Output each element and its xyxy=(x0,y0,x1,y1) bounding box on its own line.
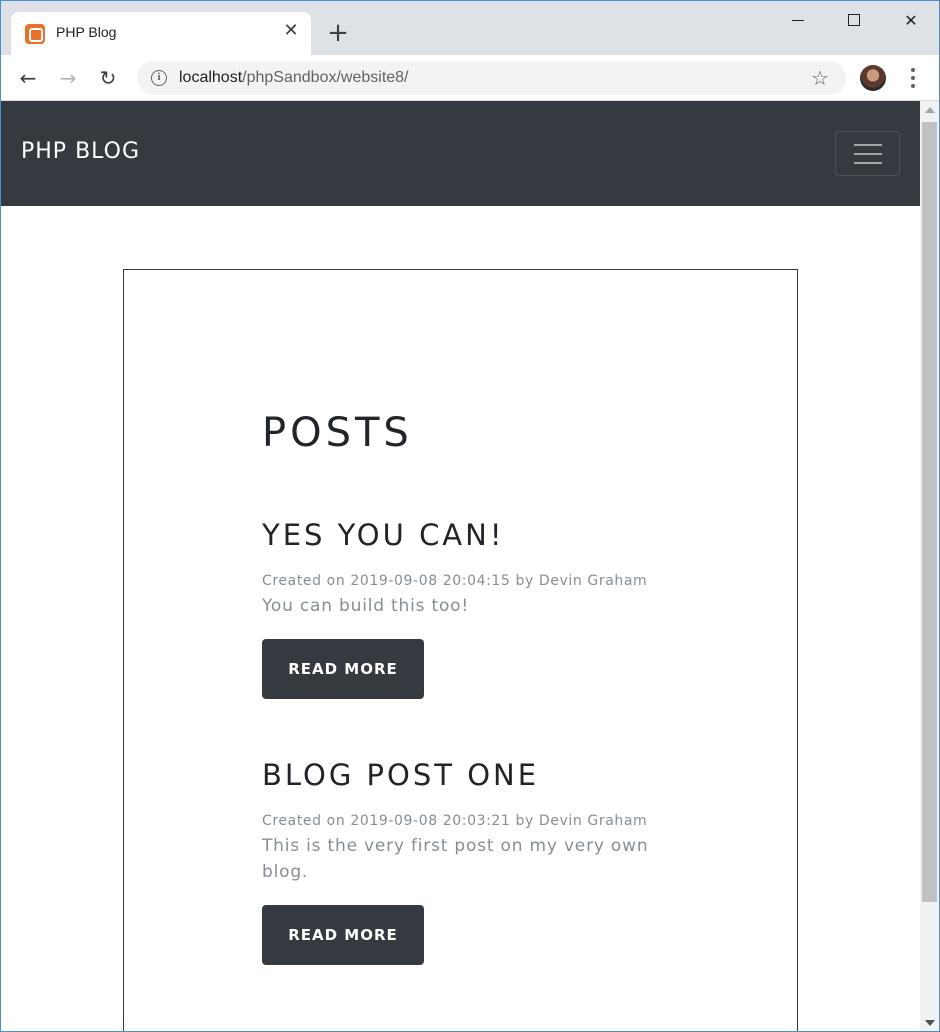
tab-close-icon[interactable]: ✕ xyxy=(281,21,301,41)
back-arrow-icon[interactable]: ← xyxy=(15,65,41,91)
minimize-icon xyxy=(792,20,804,21)
post-title: BLOG POST ONE xyxy=(262,758,540,792)
url-path: /phpSandbox/website8/ xyxy=(242,69,409,86)
browser-toolbar: ← → ↻ i localhost/phpSandbox/website8/ ☆ xyxy=(1,55,939,101)
xampp-favicon-icon xyxy=(25,24,45,44)
scrollbar-thumb[interactable] xyxy=(922,122,937,902)
maximize-icon xyxy=(848,14,860,26)
scroll-up-arrow-icon[interactable] xyxy=(925,107,935,113)
window-close-icon[interactable]: ✕ xyxy=(891,7,931,35)
maximize-button[interactable] xyxy=(834,7,874,35)
menu-dot xyxy=(911,76,915,80)
navbar-toggler-button[interactable] xyxy=(835,131,900,176)
site-info-icon[interactable]: i xyxy=(151,70,167,86)
url-text[interactable]: localhost/phpSandbox/website8/ xyxy=(179,69,409,87)
post-title: YES YOU CAN! xyxy=(262,518,505,552)
title-bar: PHP Blog ✕ + ✕ xyxy=(1,1,939,55)
menu-dot xyxy=(911,84,915,88)
url-host: localhost xyxy=(179,69,243,86)
forward-arrow-icon[interactable]: → xyxy=(55,65,81,91)
address-bar[interactable]: i localhost/phpSandbox/website8/ ☆ xyxy=(137,61,846,95)
posts-card: POSTS YES YOU CAN! Created on 2019-09-08… xyxy=(123,269,798,1031)
page-title: POSTS xyxy=(262,410,413,456)
hamburger-icon-bar xyxy=(854,162,882,164)
minimize-button[interactable] xyxy=(778,7,818,35)
hamburger-icon-bar xyxy=(854,153,882,155)
post-item: YES YOU CAN! Created on 2019-09-08 20:04… xyxy=(262,518,662,699)
menu-dot xyxy=(911,68,915,72)
post-excerpt: You can build this too! xyxy=(262,596,469,616)
tab-title: PHP Blog xyxy=(56,24,117,40)
bookmark-star-icon[interactable]: ☆ xyxy=(811,66,829,90)
post-item: BLOG POST ONE Created on 2019-09-08 20:0… xyxy=(262,758,662,965)
page-viewport: PHP BLOG POSTS YES YOU CAN! Created on 2… xyxy=(1,101,920,1031)
read-more-button[interactable]: READ MORE xyxy=(262,905,424,965)
browser-menu-icon[interactable] xyxy=(903,65,923,91)
tab-php-blog[interactable]: PHP Blog ✕ xyxy=(11,12,311,55)
reload-icon[interactable]: ↻ xyxy=(95,65,121,91)
browser-window: PHP Blog ✕ + ✕ ← → ↻ i localhost/phpSand… xyxy=(0,0,940,1032)
scroll-down-arrow-icon[interactable] xyxy=(925,1020,935,1026)
site-navbar: PHP BLOG xyxy=(1,101,920,206)
post-meta: Created on 2019-09-08 20:03:21 by Devin … xyxy=(262,813,648,829)
post-meta: Created on 2019-09-08 20:04:15 by Devin … xyxy=(262,573,648,589)
read-more-button[interactable]: READ MORE xyxy=(262,639,424,699)
post-excerpt: This is the very first post on my very o… xyxy=(262,836,649,882)
profile-avatar[interactable] xyxy=(860,65,886,91)
new-tab-icon[interactable]: + xyxy=(326,20,350,46)
vertical-scrollbar[interactable] xyxy=(920,101,939,1031)
navbar-brand[interactable]: PHP BLOG xyxy=(21,139,140,164)
hamburger-icon-bar xyxy=(854,144,882,146)
